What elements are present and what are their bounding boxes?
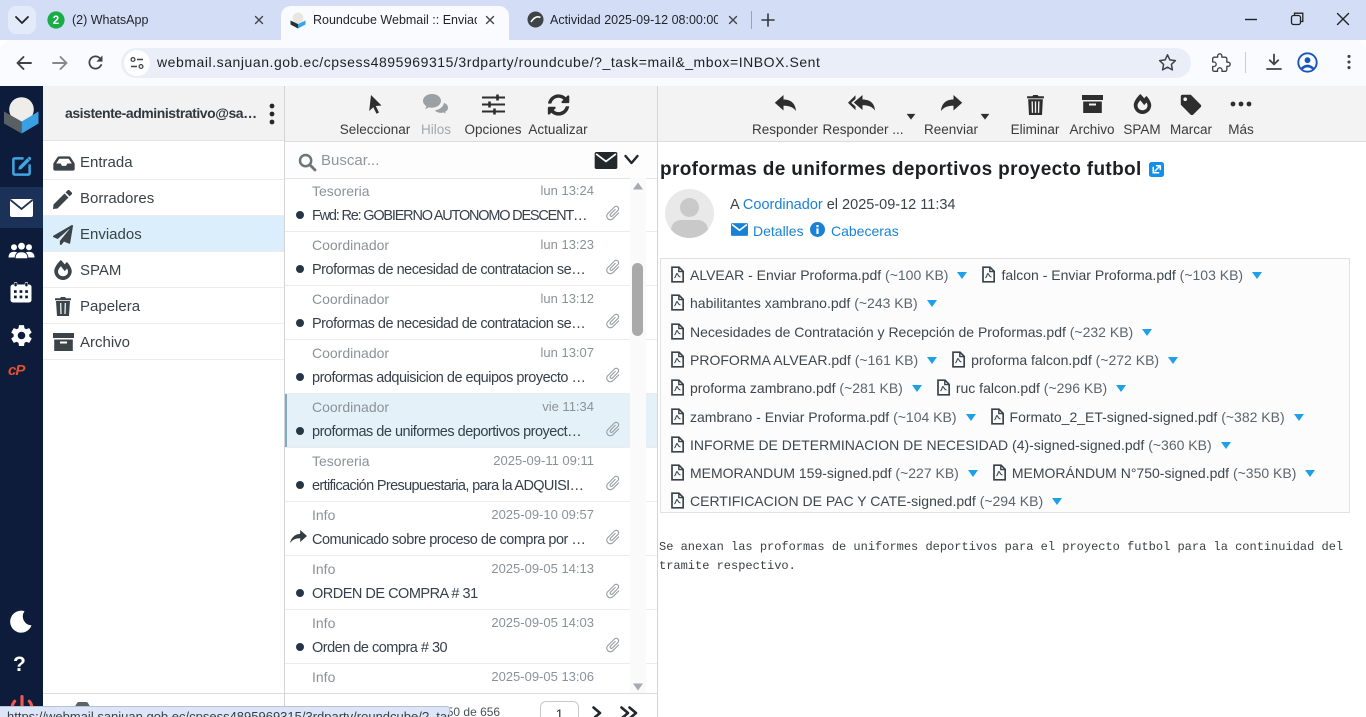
svg-text:2: 2: [53, 15, 59, 27]
